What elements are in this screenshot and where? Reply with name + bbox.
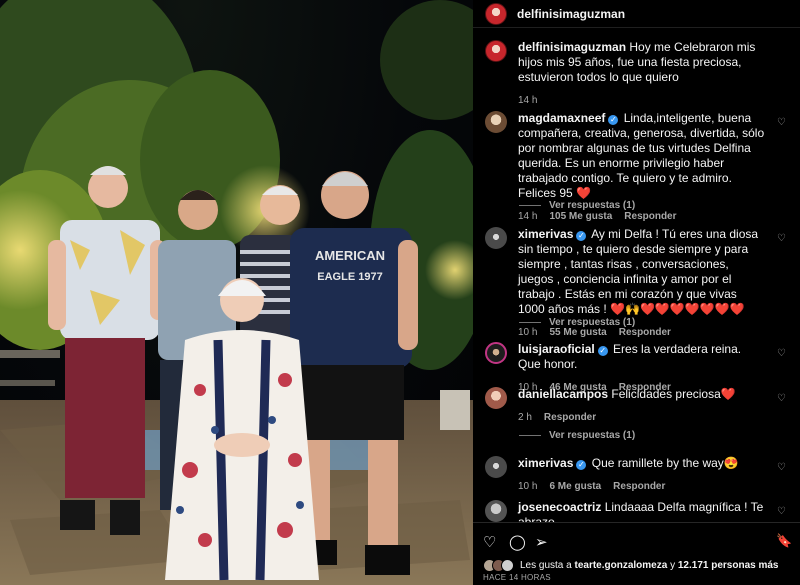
author-avatar[interactable] bbox=[485, 2, 507, 25]
likes-text: Les gusta a tearte.gonzalomeza y 12.171 … bbox=[520, 560, 778, 571]
view-replies-button[interactable]: Ver respuestas (1) bbox=[519, 200, 635, 211]
replies-divider bbox=[519, 205, 541, 206]
replies-divider bbox=[519, 435, 541, 436]
commenter-avatar[interactable] bbox=[485, 456, 507, 478]
commenter-avatar[interactable] bbox=[485, 227, 507, 249]
commenter-avatar[interactable] bbox=[485, 500, 507, 522]
view-replies-label: Ver respuestas (1) bbox=[549, 200, 636, 211]
likes-summary[interactable]: Les gusta a tearte.gonzalomeza y 12.171 … bbox=[483, 559, 778, 572]
likes-user[interactable]: tearte.gonzalomeza bbox=[574, 560, 667, 571]
view-replies-button[interactable]: Ver respuestas (1) bbox=[519, 317, 635, 328]
reply-button[interactable]: Responder bbox=[544, 410, 596, 425]
author-username[interactable]: delfinisimaguzman bbox=[517, 7, 625, 21]
comment-username[interactable]: luisjaraoficial bbox=[518, 342, 595, 356]
heart-icon[interactable]: ♡ bbox=[777, 233, 786, 244]
shirt-print: AMERICAN bbox=[315, 248, 385, 263]
verified-icon: ✓ bbox=[597, 346, 608, 356]
replies-divider bbox=[519, 322, 541, 323]
comment-time[interactable]: 10 h bbox=[518, 479, 537, 494]
view-replies-button[interactable]: Ver respuestas (1) bbox=[519, 430, 635, 441]
comment-username[interactable]: magdamaxneef bbox=[518, 111, 605, 125]
svg-text:EAGLE 1977: EAGLE 1977 bbox=[317, 271, 382, 283]
comment-time[interactable]: 2 h bbox=[518, 410, 532, 425]
reply-button[interactable]: Responder bbox=[613, 479, 665, 494]
comments-list[interactable]: delfinisimaguzman Hoy me Celebraron mis … bbox=[473, 34, 800, 522]
comment-icon[interactable]: ◯ bbox=[509, 533, 526, 551]
heart-icon[interactable]: ♡ bbox=[777, 117, 786, 128]
liker-avatar bbox=[501, 559, 514, 572]
comment-username[interactable]: ximerivas bbox=[518, 227, 573, 241]
commenter-avatar[interactable] bbox=[485, 387, 507, 409]
comment-username[interactable]: daniellacampos bbox=[518, 387, 608, 401]
heart-icon[interactable]: ♡ bbox=[777, 348, 786, 359]
verified-icon: ✓ bbox=[576, 460, 587, 470]
comment-likes[interactable]: 105 Me gusta bbox=[549, 209, 612, 224]
likes-middle: y bbox=[667, 560, 678, 571]
post-actions: ♡ ◯ ➢ 🔖 Les gusta a tearte.gonzalomeza y… bbox=[473, 522, 800, 585]
comment-likes[interactable]: 6 Me gusta bbox=[549, 479, 601, 494]
view-replies-label: Ver respuestas (1) bbox=[549, 430, 636, 441]
comment-text: Felicidades preciosa❤️ bbox=[611, 387, 736, 401]
view-replies-label: Ver respuestas (1) bbox=[549, 317, 636, 328]
heart-icon[interactable]: ♡ bbox=[777, 506, 786, 517]
caption-username[interactable]: delfinisimaguzman bbox=[518, 40, 626, 54]
share-icon[interactable]: ➢ bbox=[535, 533, 548, 551]
caption-avatar[interactable] bbox=[485, 40, 507, 62]
comment-text: Que ramillete by the way😍 bbox=[591, 456, 739, 470]
comment-username[interactable]: josenecoactriz bbox=[518, 500, 601, 514]
reply-button[interactable]: Responder bbox=[624, 209, 676, 224]
party-photo-illustration: AMERICAN EAGLE 1977 bbox=[0, 0, 473, 585]
post-side-panel: delfinisimaguzman delfinisimaguzman Hoy … bbox=[473, 0, 800, 585]
commenter-avatar[interactable] bbox=[485, 111, 507, 133]
verified-icon: ✓ bbox=[576, 231, 587, 241]
heart-icon[interactable]: ♡ bbox=[777, 462, 786, 473]
verified-icon: ✓ bbox=[608, 115, 619, 125]
bookmark-icon[interactable]: 🔖 bbox=[776, 533, 792, 549]
like-heart-icon[interactable]: ♡ bbox=[483, 533, 496, 551]
likes-prefix: Les gusta a bbox=[520, 560, 575, 571]
likes-count[interactable]: 12.171 personas más bbox=[678, 560, 779, 571]
post-timestamp[interactable]: HACE 14 HORAS bbox=[483, 573, 551, 582]
comment-username[interactable]: ximerivas bbox=[518, 456, 573, 470]
post-header: delfinisimaguzman bbox=[473, 0, 800, 28]
caption-time[interactable]: 14 h bbox=[518, 93, 537, 108]
comment-time[interactable]: 14 h bbox=[518, 209, 537, 224]
commenter-avatar[interactable] bbox=[485, 342, 507, 364]
heart-icon[interactable]: ♡ bbox=[777, 393, 786, 404]
post-photo[interactable]: AMERICAN EAGLE 1977 bbox=[0, 0, 473, 585]
